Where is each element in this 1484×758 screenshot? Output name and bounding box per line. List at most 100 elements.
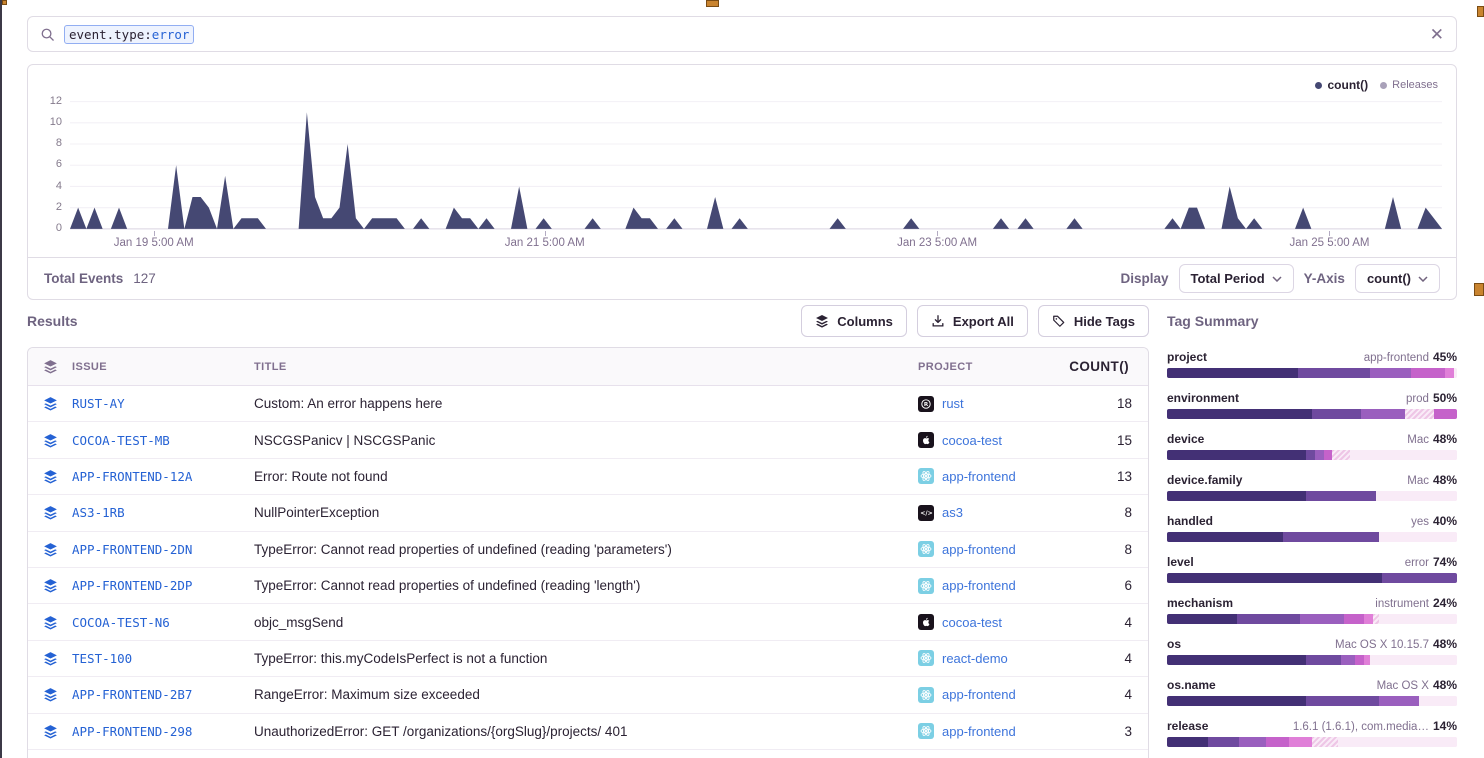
issue-stack-icon [28, 505, 72, 520]
events-area-chart [70, 91, 1442, 231]
issue-title: RangeError: Maximum size exceeded [254, 687, 918, 702]
code-project-icon: </> [918, 505, 934, 521]
tag-bar-segment [1445, 368, 1454, 378]
discover-page: event.type: error ✕ count() Releases 024… [0, 0, 1484, 758]
count-value: 8 [1070, 505, 1148, 520]
issue-stack-icon [28, 724, 72, 739]
tag-top-percentage: 48% [1433, 432, 1457, 446]
x-tick-label: Jan 25 5:00 AM [1290, 237, 1370, 249]
issue-link[interactable]: TEST-100 [72, 651, 254, 666]
column-header-title: TITLE [254, 361, 918, 373]
tag-bar-segment [1382, 573, 1457, 583]
results-table: ISSUE TITLE PROJECT COUNT() RUST-AYCusto… [27, 347, 1149, 758]
total-events-label: Total Events [44, 271, 123, 286]
y-tick-label: 6 [56, 158, 62, 170]
issue-link[interactable]: APP-FRONTEND-298 [72, 724, 254, 739]
project-link[interactable]: as3 [942, 505, 963, 520]
tag-name: os [1167, 637, 1181, 651]
search-filter-token[interactable]: event.type: error [64, 25, 194, 44]
table-row: AS3-1RBNullPointerException</>as38 [28, 495, 1148, 531]
screenshot-artifact [706, 0, 719, 7]
tag-bar-segment [1312, 737, 1338, 747]
project-link[interactable]: app-frontend [942, 687, 1016, 702]
search-token-key: event.type: [69, 27, 152, 42]
tag-top-percentage: 40% [1433, 514, 1457, 528]
tag-summary-panel: Tag Summary projectapp-frontend45%enviro… [1167, 305, 1457, 758]
tag-bar-segment [1306, 450, 1315, 460]
issue-link[interactable]: APP-FRONTEND-2DN [72, 542, 254, 557]
column-header-count[interactable]: COUNT() [1070, 359, 1148, 374]
tag-bar-segment [1454, 368, 1457, 378]
tag-row: levelerror74% [1167, 555, 1457, 583]
search-input[interactable]: event.type: error ✕ [27, 16, 1457, 52]
issue-title: TypeError: Cannot read properties of und… [254, 578, 918, 593]
tag-bar-segment [1208, 737, 1240, 747]
rust-project-icon: R [918, 396, 934, 412]
tag-bar-segment [1364, 614, 1373, 624]
issue-link[interactable]: COCOA-TEST-MB [72, 433, 254, 448]
issue-link[interactable]: APP-FRONTEND-2B7 [72, 687, 254, 702]
search-icon [40, 27, 55, 42]
legend-label-releases: Releases [1392, 79, 1438, 91]
issue-link[interactable]: RUST-AY [72, 396, 254, 411]
tag-name: device.family [1167, 473, 1242, 487]
tag-top-percentage: 14% [1433, 719, 1457, 733]
tag-bar-segment [1315, 450, 1324, 460]
legend-item-count[interactable]: count() [1315, 78, 1368, 92]
project-link[interactable]: app-frontend [942, 542, 1016, 557]
tag-top-percentage: 48% [1433, 473, 1457, 487]
table-row: APP-FRONTEND-2DPTypeError: Cannot read p… [28, 568, 1148, 604]
issue-title: Custom: An error happens here [254, 396, 918, 411]
table-row: APP-FRONTEND-2DNTypeError: Cannot read p… [28, 532, 1148, 568]
hide-tags-button[interactable]: Hide Tags [1038, 305, 1149, 337]
issue-link[interactable]: APP-FRONTEND-2DP [72, 578, 254, 593]
tag-distribution-bar[interactable] [1167, 655, 1457, 665]
issue-title: NSCGSPanicv | NSCGSPanic [254, 433, 918, 448]
count-value: 4 [1070, 615, 1148, 630]
issue-link[interactable]: COCOA-TEST-N6 [72, 615, 254, 630]
count-value: 6 [1070, 578, 1148, 593]
tag-distribution-bar[interactable] [1167, 450, 1457, 460]
tag-row: device.familyMac48% [1167, 473, 1457, 501]
legend-item-releases[interactable]: Releases [1380, 79, 1438, 91]
tag-bar-segment [1300, 614, 1344, 624]
screenshot-edge-artifact [0, 0, 2, 758]
tag-distribution-bar[interactable] [1167, 409, 1457, 419]
tag-top-value: 1.6.1 (1.6.1), com.media… [1293, 721, 1429, 733]
columns-button[interactable]: Columns [801, 305, 907, 337]
tag-distribution-bar[interactable] [1167, 491, 1457, 501]
tag-row: environmentprod50% [1167, 391, 1457, 419]
project-link[interactable]: react-demo [942, 651, 1008, 666]
project-link[interactable]: cocoa-test [942, 615, 1002, 630]
tag-distribution-bar[interactable] [1167, 614, 1457, 624]
issue-link[interactable]: AS3-1RB [72, 505, 254, 520]
project-link[interactable]: rust [942, 396, 964, 411]
y-axis-dropdown[interactable]: count() [1355, 264, 1440, 293]
react-project-icon [918, 687, 934, 703]
project-link[interactable]: app-frontend [942, 469, 1016, 484]
tag-bar-segment [1338, 737, 1457, 747]
count-value: 4 [1070, 651, 1148, 666]
x-tick-mark [1329, 231, 1330, 236]
legend-label-count: count() [1327, 78, 1368, 92]
clear-search-icon[interactable]: ✕ [1430, 26, 1444, 43]
tag-bar-segment [1370, 655, 1457, 665]
tag-distribution-bar[interactable] [1167, 696, 1457, 706]
export-all-button[interactable]: Export All [917, 305, 1028, 337]
tag-top-percentage: 45% [1433, 350, 1457, 364]
tag-top-value: yes [1411, 516, 1429, 528]
issue-link[interactable]: APP-FRONTEND-12A [72, 469, 254, 484]
tag-distribution-bar[interactable] [1167, 532, 1457, 542]
project-link[interactable]: cocoa-test [942, 433, 1002, 448]
tag-bar-segment [1167, 450, 1306, 460]
tag-bar-segment [1306, 696, 1379, 706]
project-link[interactable]: app-frontend [942, 578, 1016, 593]
issue-stack-icon [28, 578, 72, 593]
project-link[interactable]: app-frontend [942, 724, 1016, 739]
display-dropdown[interactable]: Total Period [1179, 264, 1294, 293]
hide-tags-button-label: Hide Tags [1074, 314, 1135, 329]
tag-distribution-bar[interactable] [1167, 573, 1457, 583]
count-value: 18 [1070, 396, 1148, 411]
tag-distribution-bar[interactable] [1167, 368, 1457, 378]
tag-distribution-bar[interactable] [1167, 737, 1457, 747]
